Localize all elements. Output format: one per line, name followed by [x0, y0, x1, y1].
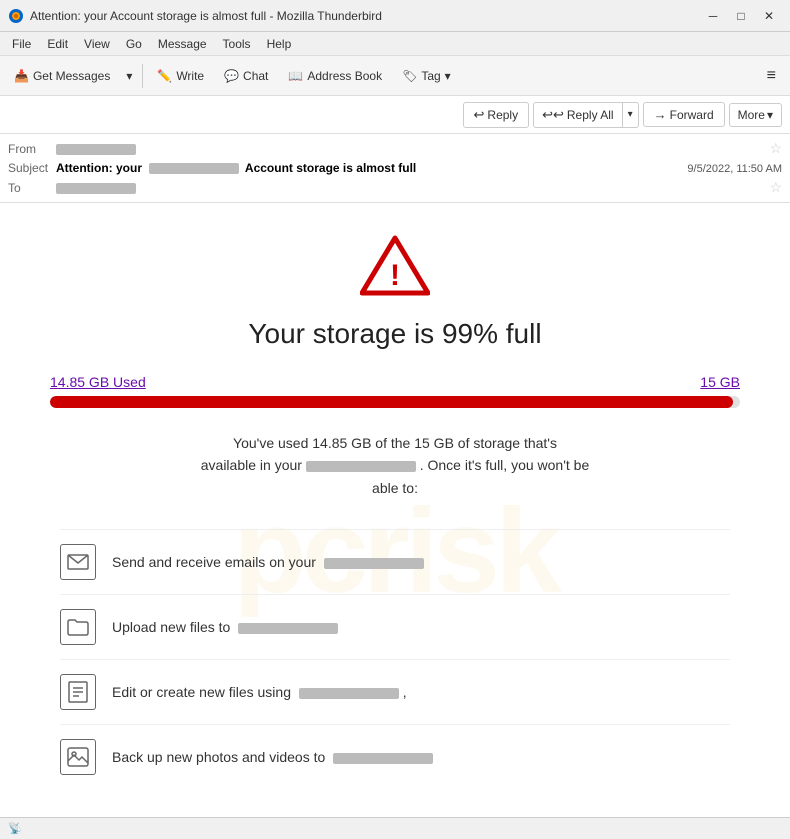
reply-button[interactable]: ↩ Reply: [463, 102, 530, 128]
desc-line2-suffix: . Once it's full, you won't be: [420, 457, 590, 473]
maximize-button[interactable]: □: [728, 6, 754, 26]
reply-all-button[interactable]: ↩↩ Reply All: [534, 103, 622, 127]
more-button[interactable]: More ▾: [729, 103, 782, 127]
reply-all-icon: ↩↩: [542, 107, 564, 123]
status-icon: 📡: [8, 822, 22, 835]
chat-button[interactable]: 💬 Chat: [216, 65, 276, 87]
desc-line2-prefix: available in your: [201, 457, 306, 473]
write-icon: ✏️: [157, 69, 172, 83]
storage-total-label[interactable]: 15 GB: [700, 374, 740, 390]
menu-file[interactable]: File: [4, 35, 39, 53]
feature-edit: Edit or create new files using ,: [60, 659, 730, 724]
status-bar: 📡: [0, 817, 790, 839]
menu-go[interactable]: Go: [118, 35, 150, 53]
storage-bar: [50, 396, 740, 408]
to-row: To ☆: [8, 177, 782, 198]
feature-email-link: [324, 558, 424, 569]
storage-used-label[interactable]: 14.85 GB Used: [50, 374, 146, 390]
feature-photos-link: [333, 753, 433, 764]
menu-message[interactable]: Message: [150, 35, 215, 53]
get-messages-dropdown[interactable]: ▾: [122, 65, 136, 87]
main-toolbar: 📥 Get Messages ▾ ✏️ Write 💬 Chat 📖 Addre…: [0, 56, 790, 96]
email-content-wrapper[interactable]: pcrisk ! Your storage is 99% full: [0, 203, 790, 817]
write-button[interactable]: ✏️ Write: [149, 65, 212, 87]
folder-icon: [60, 609, 96, 645]
feature-email: Send and receive emails on your: [60, 529, 730, 594]
to-star-icon[interactable]: ☆: [769, 179, 782, 196]
warning-icon-wrap: !: [40, 233, 750, 298]
menu-edit[interactable]: Edit: [39, 35, 76, 53]
address-book-icon: 📖: [288, 69, 303, 83]
email-pane: ↩ Reply ↩↩ Reply All ▾ → Forward More ▾: [0, 96, 790, 817]
more-dropdown-icon: ▾: [767, 108, 773, 122]
warning-triangle-icon: !: [360, 233, 430, 298]
subject-row: Subject Attention: your Account storage …: [8, 159, 782, 177]
description-text: You've used 14.85 GB of the 15 GB of sto…: [40, 432, 750, 499]
hamburger-menu-button[interactable]: ≡: [759, 63, 784, 89]
address-book-button[interactable]: 📖 Address Book: [280, 65, 390, 87]
feature-edit-text: Edit or create new files using ,: [112, 684, 730, 700]
storage-labels: 14.85 GB Used 15 GB: [40, 374, 750, 390]
from-star-icon[interactable]: ☆: [769, 140, 782, 157]
close-button[interactable]: ✕: [756, 6, 782, 26]
menu-bar: File Edit View Go Message Tools Help: [0, 32, 790, 56]
feature-edit-link: [299, 688, 399, 699]
content-inner: ! Your storage is 99% full 14.85 GB Used…: [40, 233, 750, 817]
content-area: ↩ Reply ↩↩ Reply All ▾ → Forward More ▾: [0, 96, 790, 817]
email-date: 9/5/2022, 11:50 AM: [687, 163, 782, 175]
reply-all-dropdown[interactable]: ▾: [623, 103, 638, 127]
forward-icon: →: [654, 107, 667, 122]
menu-tools[interactable]: Tools: [215, 35, 259, 53]
envelope-icon: [60, 544, 96, 580]
feature-photos-text: Back up new photos and videos to: [112, 749, 730, 765]
feature-photos: Back up new photos and videos to: [60, 724, 730, 789]
from-row: From ☆: [8, 138, 782, 159]
forward-button[interactable]: → Forward: [643, 102, 725, 127]
feature-list: Send and receive emails on your Upload n…: [60, 529, 730, 789]
account-blurred: [306, 461, 416, 472]
tag-button[interactable]: 🏷 Tag ▾: [394, 65, 459, 87]
to-value: [56, 181, 763, 195]
to-blurred: [56, 183, 136, 194]
email-content: pcrisk ! Your storage is 99% full: [0, 203, 790, 817]
email-headers: From ☆ Subject Attention: your Account s…: [0, 134, 790, 203]
feature-upload-text: Upload new files to: [112, 619, 730, 635]
title-bar: Attention: your Account storage is almos…: [0, 0, 790, 32]
svg-text:!: !: [390, 259, 400, 292]
chat-icon: 💬: [224, 69, 239, 83]
subject-text: Attention: your Account storage is almos…: [56, 161, 416, 175]
subject-blurred: [149, 163, 239, 174]
document-icon: [60, 674, 96, 710]
app-icon: [8, 8, 24, 24]
menu-view[interactable]: View: [76, 35, 118, 53]
get-messages-icon: 📥: [14, 69, 29, 83]
window-controls: ─ □ ✕: [700, 6, 782, 26]
feature-upload-link: [238, 623, 338, 634]
main-heading: Your storage is 99% full: [40, 318, 750, 350]
feature-email-text: Send and receive emails on your: [112, 554, 730, 570]
storage-bar-fill: [50, 396, 733, 408]
from-blurred: [56, 144, 136, 155]
minimize-button[interactable]: ─: [700, 6, 726, 26]
window-title: Attention: your Account storage is almos…: [30, 9, 700, 23]
reply-icon: ↩: [474, 107, 485, 123]
tag-icon: 🏷: [402, 69, 417, 83]
tag-dropdown-icon: ▾: [445, 69, 451, 83]
get-messages-button[interactable]: 📥 Get Messages: [6, 65, 118, 87]
feature-upload: Upload new files to: [60, 594, 730, 659]
email-action-toolbar: ↩ Reply ↩↩ Reply All ▾ → Forward More ▾: [0, 96, 790, 134]
reply-all-split-button: ↩↩ Reply All ▾: [533, 102, 639, 128]
image-icon: [60, 739, 96, 775]
from-value: [56, 142, 763, 156]
menu-help[interactable]: Help: [259, 35, 300, 53]
desc-line3: able to:: [372, 480, 418, 496]
toolbar-separator-1: [142, 64, 143, 88]
